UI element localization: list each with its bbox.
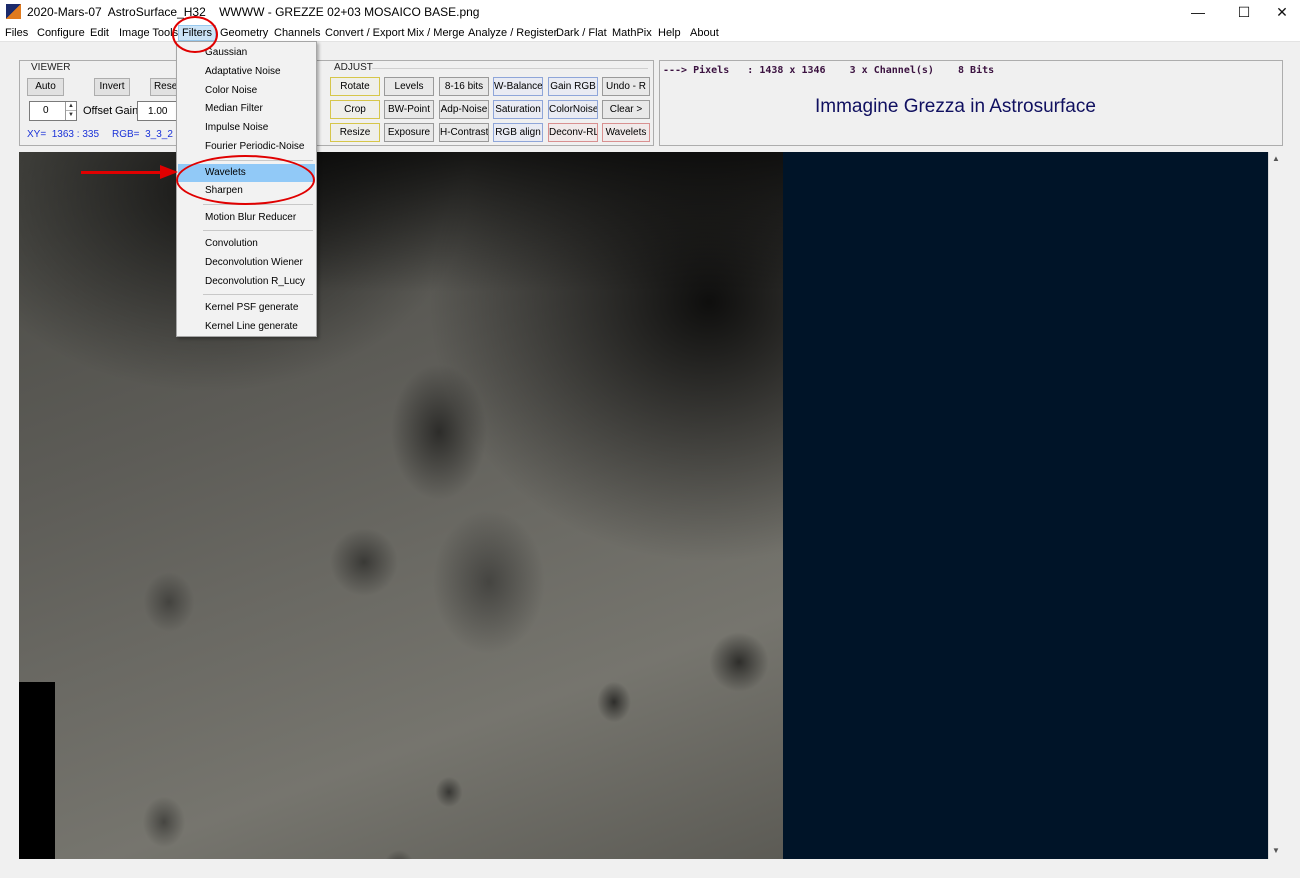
spin-up-icon[interactable]: ▲ (66, 102, 76, 111)
status-strip (0, 866, 1300, 878)
spin-down-icon[interactable]: ▼ (66, 111, 76, 120)
gain-rgb-button[interactable]: Gain RGB (548, 77, 598, 96)
filters-menu-highlight-circle (172, 16, 218, 53)
offset-label: Offset (83, 105, 113, 117)
moon-terminator-shadow (299, 152, 783, 292)
filter-adaptative-noise[interactable]: Adaptative Noise (178, 63, 315, 81)
menu-dark-flat[interactable]: Dark / Flat (556, 27, 607, 39)
menu-channels[interactable]: Channels (274, 27, 320, 39)
menu-analyze-register[interactable]: Analyze / Register (468, 27, 557, 39)
offset-value: 0 (43, 105, 49, 116)
clear-button[interactable]: Clear > (602, 100, 650, 119)
window-title: 2020-Mars-07 AstroSurface_H32 WWWW - GRE… (27, 5, 480, 19)
filter-convolution[interactable]: Convolution (178, 235, 315, 253)
filter-deconvolution-wiener[interactable]: Deconvolution Wiener (178, 254, 315, 272)
menu-separator (203, 294, 313, 295)
vertical-scrollbar[interactable]: ▲ ▼ (1268, 152, 1283, 859)
crop-button[interactable]: Crop (330, 100, 380, 119)
adp-noise-button[interactable]: Adp-Noise (439, 100, 489, 119)
xy-readout: XY= 1363 : 335 (27, 129, 100, 140)
filter-motion-blur-reducer[interactable]: Motion Blur Reducer (178, 209, 315, 227)
resize-button[interactable]: Resize (330, 123, 380, 142)
menu-mathpix[interactable]: MathPix (612, 27, 652, 39)
menu-about[interactable]: About (690, 27, 719, 39)
app-icon (6, 4, 21, 19)
filter-color-noise[interactable]: Color Noise (178, 82, 315, 100)
offset-stepper[interactable]: 0 ▲ ▼ (29, 101, 77, 121)
filter-fourier-periodic-noise[interactable]: Fourier Periodic-Noise (178, 138, 315, 156)
wavelets-button[interactable]: Wavelets (602, 123, 650, 142)
menu-configure[interactable]: Configure (37, 27, 85, 39)
invert-button[interactable]: Invert (94, 78, 130, 96)
annotation-arrow-shaft (81, 171, 165, 174)
levels-button[interactable]: Levels (384, 77, 434, 96)
h-contrast-button[interactable]: H-Contrast (439, 123, 489, 142)
gain-label: Gain (115, 105, 139, 117)
menu-edit[interactable]: Edit (90, 27, 109, 39)
menu-convert-export[interactable]: Convert / Export (325, 27, 404, 39)
saturation-button[interactable]: Saturation (493, 100, 543, 119)
menu-separator (203, 230, 313, 231)
wavelets-highlight-circle (176, 155, 315, 205)
filter-kernel-line-generate[interactable]: Kernel Line generate (178, 318, 315, 336)
rgb-align-button[interactable]: RGB align (493, 123, 543, 142)
undo-button[interactable]: Undo - R (602, 77, 650, 96)
color-noise-button[interactable]: ColorNoise (548, 100, 598, 119)
menu-files[interactable]: Files (5, 27, 28, 39)
moon-image (19, 152, 783, 859)
minimize-button[interactable]: — (1176, 2, 1220, 22)
rgb-readout: RGB= 3_3_2 (112, 129, 173, 140)
bits-button[interactable]: 8-16 bits (439, 77, 489, 96)
close-button[interactable]: ✕ (1260, 2, 1300, 22)
menu-help[interactable]: Help (658, 27, 681, 39)
adjust-caption: ADJUST (334, 62, 373, 73)
filter-median[interactable]: Median Filter (178, 100, 315, 118)
bw-point-button[interactable]: BW-Point (384, 100, 434, 119)
pixel-info: ---> Pixels : 1438 x 1346 3 x Channel(s)… (663, 65, 995, 76)
filter-deconvolution-rlucy[interactable]: Deconvolution R_Lucy (178, 273, 315, 291)
adjust-divider (372, 68, 648, 69)
moon-mosaic-gap (19, 682, 55, 859)
deconv-rl-button[interactable]: Deconv-RL (548, 123, 598, 142)
scroll-down-icon[interactable]: ▼ (1269, 844, 1283, 858)
scroll-up-icon[interactable]: ▲ (1269, 152, 1283, 166)
filter-kernel-psf-generate[interactable]: Kernel PSF generate (178, 299, 315, 317)
w-balance-button[interactable]: W-Balance (493, 77, 543, 96)
astrosurface-window: 2020-Mars-07 AstroSurface_H32 WWWW - GRE… (0, 0, 1300, 878)
viewer-caption: VIEWER (31, 62, 71, 73)
gain-input[interactable]: 1.00 (137, 101, 179, 121)
menu-image-tools[interactable]: Image Tools (119, 27, 178, 39)
image-title: Immagine Grezza in Astrosurface (815, 96, 1096, 117)
menu-geometry[interactable]: Geometry (220, 27, 268, 39)
rotate-button[interactable]: Rotate (330, 77, 380, 96)
annotation-arrow-icon (160, 165, 178, 179)
offset-spin-buttons: ▲ ▼ (65, 102, 76, 120)
menu-mix-merge[interactable]: Mix / Merge (407, 27, 464, 39)
auto-button[interactable]: Auto (27, 78, 64, 96)
exposure-button[interactable]: Exposure (384, 123, 434, 142)
filter-impulse-noise[interactable]: Impulse Noise (178, 119, 315, 137)
